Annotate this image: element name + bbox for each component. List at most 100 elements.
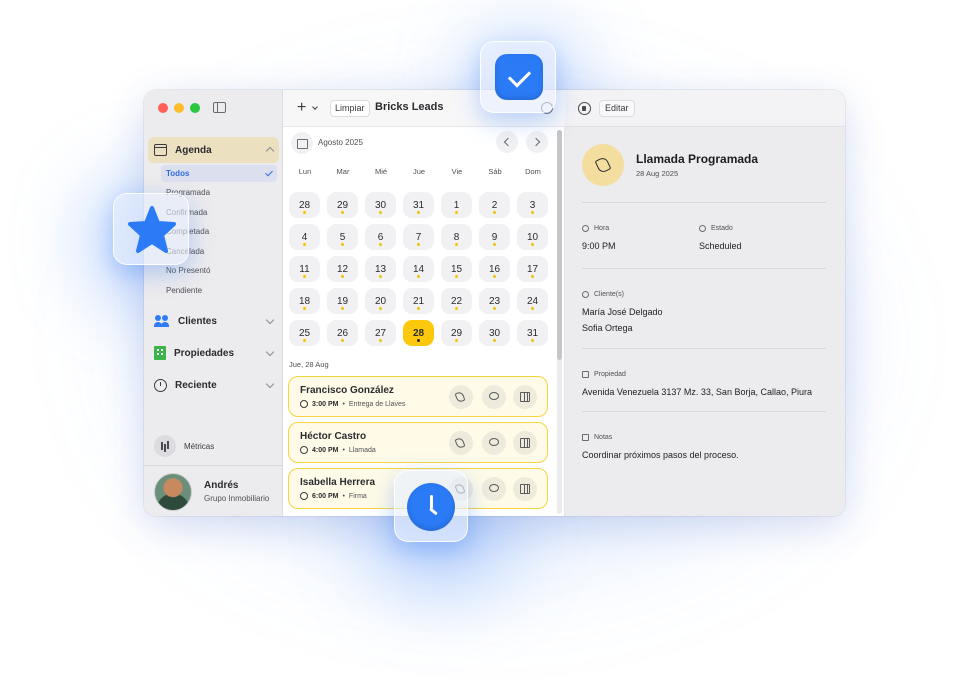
calendar-day[interactable]: 10 xyxy=(517,224,548,250)
chevron-down-icon[interactable] xyxy=(312,104,318,110)
calendar-day[interactable]: 25 xyxy=(289,320,320,346)
scrollbar[interactable] xyxy=(557,130,562,514)
calendar-day[interactable]: 19 xyxy=(327,288,358,314)
calendar-day[interactable]: 2 xyxy=(479,192,510,218)
calendar-day[interactable]: 1 xyxy=(441,192,472,218)
day-number: 12 xyxy=(336,263,349,275)
estado-value: Scheduled xyxy=(699,241,742,251)
day-number: 18 xyxy=(298,295,311,307)
calendar-day[interactable]: 27 xyxy=(365,320,396,346)
add-icon[interactable]: + xyxy=(297,100,306,116)
calendar-day[interactable]: 12 xyxy=(327,256,358,282)
calendar-day[interactable]: 17 xyxy=(517,256,548,282)
calendar-day[interactable]: 5 xyxy=(327,224,358,250)
clientes-label-text: Cliente(s) xyxy=(594,291,624,298)
calendar-day[interactable]: 21 xyxy=(403,288,434,314)
calendar-day[interactable]: 26 xyxy=(327,320,358,346)
event-dot xyxy=(455,307,458,310)
map-button[interactable] xyxy=(513,385,537,409)
calendar-day[interactable]: 9 xyxy=(479,224,510,250)
calendar-day[interactable]: 8 xyxy=(441,224,472,250)
chevron-up-icon xyxy=(265,146,275,156)
calendar-day-selected[interactable]: 28 xyxy=(403,320,434,346)
calendar-day[interactable]: 7 xyxy=(403,224,434,250)
calendar-day[interactable]: 29 xyxy=(327,192,358,218)
sidebar-item-label: Propiedades xyxy=(174,347,235,359)
calendar-day[interactable]: 20 xyxy=(365,288,396,314)
calendar-day[interactable]: 3 xyxy=(517,192,548,218)
appointment-time: 3:00 PM xyxy=(312,400,339,408)
delete-icon[interactable] xyxy=(578,102,591,115)
day-number: 2 xyxy=(491,199,498,211)
divider xyxy=(582,268,826,269)
sidebar-item-propiedades[interactable]: Propiedades xyxy=(148,340,279,366)
day-number: 25 xyxy=(298,327,311,339)
client-name: María José Delgado xyxy=(582,307,663,317)
calendar-day[interactable]: 22 xyxy=(441,288,472,314)
day-number: 9 xyxy=(491,231,498,243)
calendar-day[interactable]: 31 xyxy=(517,320,548,346)
edit-button[interactable]: Editar xyxy=(599,100,635,117)
calendar-day[interactable]: 29 xyxy=(441,320,472,346)
divider xyxy=(582,348,826,349)
clear-button[interactable]: Limpiar xyxy=(330,100,370,117)
call-button[interactable] xyxy=(449,385,473,409)
calendar-day[interactable]: 31 xyxy=(403,192,434,218)
hora-label: Hora xyxy=(582,225,609,232)
close-window-button[interactable] xyxy=(158,103,168,113)
calendar-day[interactable]: 23 xyxy=(479,288,510,314)
day-number: 22 xyxy=(450,295,463,307)
zoom-window-button[interactable] xyxy=(190,103,200,113)
appointment-time: 4:00 PM xyxy=(312,446,339,454)
metricas-button[interactable]: Métricas xyxy=(154,435,214,457)
calendar-day[interactable]: 28 xyxy=(289,192,320,218)
message-button[interactable] xyxy=(482,477,506,501)
calendar-day[interactable]: 30 xyxy=(479,320,510,346)
calendar-day[interactable]: 24 xyxy=(517,288,548,314)
avatar xyxy=(154,473,192,511)
calendar-day[interactable]: 4 xyxy=(289,224,320,250)
appointment-card[interactable]: Francisco González 3:00 PM • Entrega de Lla… xyxy=(288,376,548,417)
appointment-card[interactable]: Héctor Castro 4:00 PM • Llamada xyxy=(288,422,548,463)
filter-todos[interactable]: Todos xyxy=(161,165,277,182)
calendar-day[interactable]: 13 xyxy=(365,256,396,282)
sidebar-toggle-icon[interactable] xyxy=(213,102,226,113)
day-number: 11 xyxy=(299,263,310,275)
filter-no-presento[interactable]: No Presentó xyxy=(166,266,210,275)
message-button[interactable] xyxy=(482,385,506,409)
map-button[interactable] xyxy=(513,431,537,455)
prev-month-button[interactable] xyxy=(496,131,518,153)
calendar-day[interactable]: 16 xyxy=(479,256,510,282)
building-icon xyxy=(582,371,589,378)
checkmark-badge xyxy=(480,41,556,113)
next-month-button[interactable] xyxy=(526,131,548,153)
person-icon xyxy=(582,291,589,298)
user-organization: Grupo Inmobiliario xyxy=(204,494,270,503)
day-number: 1 xyxy=(453,199,460,211)
message-button[interactable] xyxy=(482,431,506,455)
minimize-window-button[interactable] xyxy=(174,103,184,113)
map-button[interactable] xyxy=(513,477,537,501)
clock-icon xyxy=(154,378,167,392)
day-number: 17 xyxy=(526,263,539,275)
weekday-label: Lun xyxy=(298,167,312,176)
calendar-icon xyxy=(154,144,167,156)
calendar-day[interactable]: 30 xyxy=(365,192,396,218)
filter-pendiente[interactable]: Pendiente xyxy=(166,286,202,295)
calendar-icon[interactable] xyxy=(291,132,313,154)
calendar-day[interactable]: 18 xyxy=(289,288,320,314)
calendar-day[interactable]: 11 xyxy=(289,256,320,282)
clock-icon xyxy=(300,446,308,454)
calendar-day[interactable]: 6 xyxy=(365,224,396,250)
calendar-day[interactable]: 14 xyxy=(403,256,434,282)
notas-label-text: Notas xyxy=(594,434,613,441)
checkmark-icon xyxy=(495,54,543,100)
sidebar-item-reciente[interactable]: Reciente xyxy=(148,372,279,398)
separator: • xyxy=(342,400,345,408)
user-profile[interactable]: Andrés Grupo Inmobiliario xyxy=(144,465,283,516)
sidebar-item-clientes[interactable]: Clientes xyxy=(148,308,279,334)
calendar-day[interactable]: 15 xyxy=(441,256,472,282)
sidebar-item-agenda[interactable]: Agenda xyxy=(148,137,279,163)
notas-value: Coordinar próximos pasos del proceso. xyxy=(582,450,739,460)
call-button[interactable] xyxy=(449,431,473,455)
